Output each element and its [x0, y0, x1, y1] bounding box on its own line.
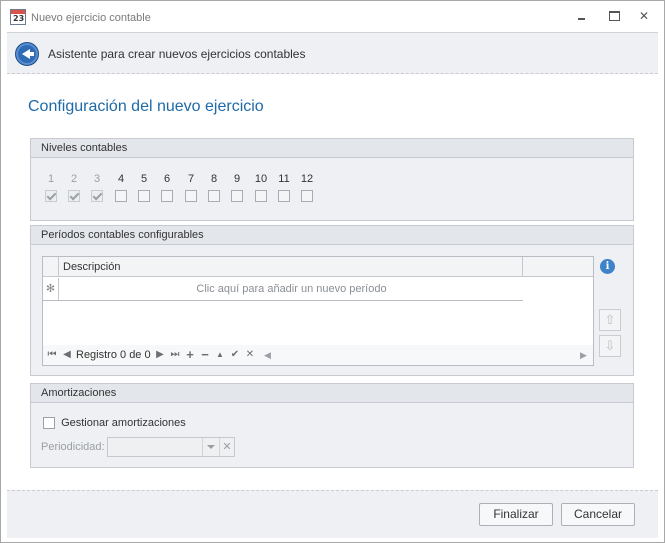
cancel-edit-icon[interactable]: ✕ — [244, 348, 256, 362]
level-checkbox[interactable] — [231, 190, 243, 202]
cancel-button[interactable]: Cancelar — [561, 503, 635, 526]
level-label: 3 — [93, 173, 101, 185]
level-checkbox[interactable] — [208, 190, 220, 202]
level-checkbox — [45, 190, 57, 202]
level-checkbox[interactable] — [185, 190, 197, 202]
new-row-asterisk-icon: ✻ — [43, 278, 59, 300]
last-record-icon[interactable]: ⏭ — [169, 348, 181, 362]
amortizaciones-group: Amortizaciones Gestionar amortizaciones … — [30, 383, 634, 468]
level-label: 4 — [117, 173, 125, 185]
level-label: 12 — [300, 173, 314, 185]
prev-record-icon[interactable]: ◀ — [61, 348, 73, 362]
wizard-header-title: Asistente para crear nuevos ejercicios c… — [48, 47, 306, 61]
level-label: 5 — [140, 173, 148, 185]
periodos-grid: Descripción ✻ Clic aquí para añadir un n… — [42, 256, 594, 366]
periodos-group: Períodos contables configurables Descrip… — [30, 225, 634, 376]
finish-button[interactable]: Finalizar — [479, 503, 553, 526]
scroll-right-icon[interactable]: ▶ — [580, 348, 587, 362]
delete-record-icon[interactable]: − — [199, 348, 211, 362]
level-2: 2 — [64, 172, 84, 205]
level-checkbox[interactable] — [278, 190, 290, 202]
level-checkbox — [91, 190, 103, 202]
post-edit-icon[interactable]: ✔ — [229, 348, 241, 362]
first-record-icon[interactable]: ⏮ — [46, 348, 58, 362]
grid-header: Descripción — [43, 257, 593, 277]
niveles-group: Niveles contables 1 2 3 4 5 6 7 8 9 10 11 12 — [30, 138, 634, 221]
wizard-footer: Finalizar Cancelar — [7, 490, 658, 538]
move-down-button[interactable]: ⇩ — [599, 335, 621, 357]
level-1: 1 — [41, 172, 61, 205]
level-label: 2 — [70, 173, 78, 185]
close-button[interactable]: ✕ — [637, 10, 651, 22]
next-record-icon[interactable]: ▶ — [154, 348, 166, 362]
level-8[interactable]: 8 — [204, 172, 224, 205]
level-checkbox[interactable] — [301, 190, 313, 202]
page-title: Configuración del nuevo ejercicio — [28, 98, 264, 115]
level-label: 7 — [187, 173, 195, 185]
level-label: 8 — [210, 173, 218, 185]
grid-header-indicator — [43, 257, 59, 277]
column-header-descripcion[interactable]: Descripción — [60, 257, 523, 277]
append-record-icon[interactable]: + — [184, 348, 196, 362]
level-label: 6 — [163, 173, 171, 185]
level-11[interactable]: 11 — [274, 172, 294, 205]
level-7[interactable]: 7 — [181, 172, 201, 205]
maximize-button[interactable] — [607, 10, 621, 22]
window-title: Nuevo ejercicio contable — [31, 12, 151, 24]
level-label: 9 — [233, 173, 241, 185]
level-label: 1 — [47, 173, 55, 185]
wizard-window: 23 Nuevo ejercicio contable ✕ Asistente … — [0, 0, 665, 543]
info-icon[interactable]: i — [600, 259, 615, 274]
level-checkbox[interactable] — [115, 190, 127, 202]
wizard-header: Asistente para crear nuevos ejercicios c… — [7, 32, 658, 74]
level-4[interactable]: 4 — [111, 172, 131, 205]
niveles-group-title: Niveles contables — [31, 139, 633, 158]
periodicity-label: Periodicidad: — [41, 441, 105, 453]
back-arrow-icon[interactable] — [15, 42, 39, 66]
level-checkbox — [68, 190, 80, 202]
level-9[interactable]: 9 — [227, 172, 247, 205]
periodicity-combo[interactable]: ✕ — [107, 437, 235, 457]
level-label: 11 — [278, 173, 290, 185]
new-row-hint[interactable]: Clic aquí para añadir un nuevo período — [60, 278, 523, 300]
level-3: 3 — [87, 172, 107, 205]
manage-amortizations-label[interactable]: Gestionar amortizaciones — [61, 417, 186, 429]
level-12[interactable]: 12 — [297, 172, 317, 205]
level-10[interactable]: 10 — [251, 172, 271, 205]
edit-record-icon[interactable]: ▲ — [214, 348, 226, 362]
amortizaciones-group-title: Amortizaciones — [31, 384, 633, 403]
level-checkbox[interactable] — [138, 190, 150, 202]
manage-amortizations-box[interactable] — [43, 417, 55, 430]
grid-navigator: ⏮ ◀ Registro 0 de 0 ▶ ⏭ + − ▲ ✔ ✕ ◀ ▶ — [43, 345, 593, 365]
level-checkbox[interactable] — [161, 190, 173, 202]
record-counter: Registro 0 de 0 — [76, 349, 151, 361]
manage-amortizations-checkbox[interactable]: Gestionar amortizaciones — [43, 417, 186, 430]
calendar-icon: 23 — [10, 9, 26, 25]
level-6[interactable]: 6 — [157, 172, 177, 205]
periodos-group-title: Períodos contables configurables — [31, 226, 633, 245]
clear-icon[interactable]: ✕ — [219, 438, 234, 456]
title-bar[interactable]: 23 Nuevo ejercicio contable ✕ — [1, 1, 664, 31]
chevron-down-icon[interactable] — [202, 438, 218, 456]
new-item-row[interactable]: ✻ Clic aquí para añadir un nuevo período — [43, 278, 523, 301]
move-up-button[interactable]: ⇧ — [599, 309, 621, 331]
minimize-button[interactable] — [575, 10, 589, 22]
level-label: 10 — [254, 173, 268, 185]
level-checkbox[interactable] — [255, 190, 267, 202]
scroll-left-icon[interactable]: ◀ — [264, 348, 271, 362]
level-5[interactable]: 5 — [134, 172, 154, 205]
